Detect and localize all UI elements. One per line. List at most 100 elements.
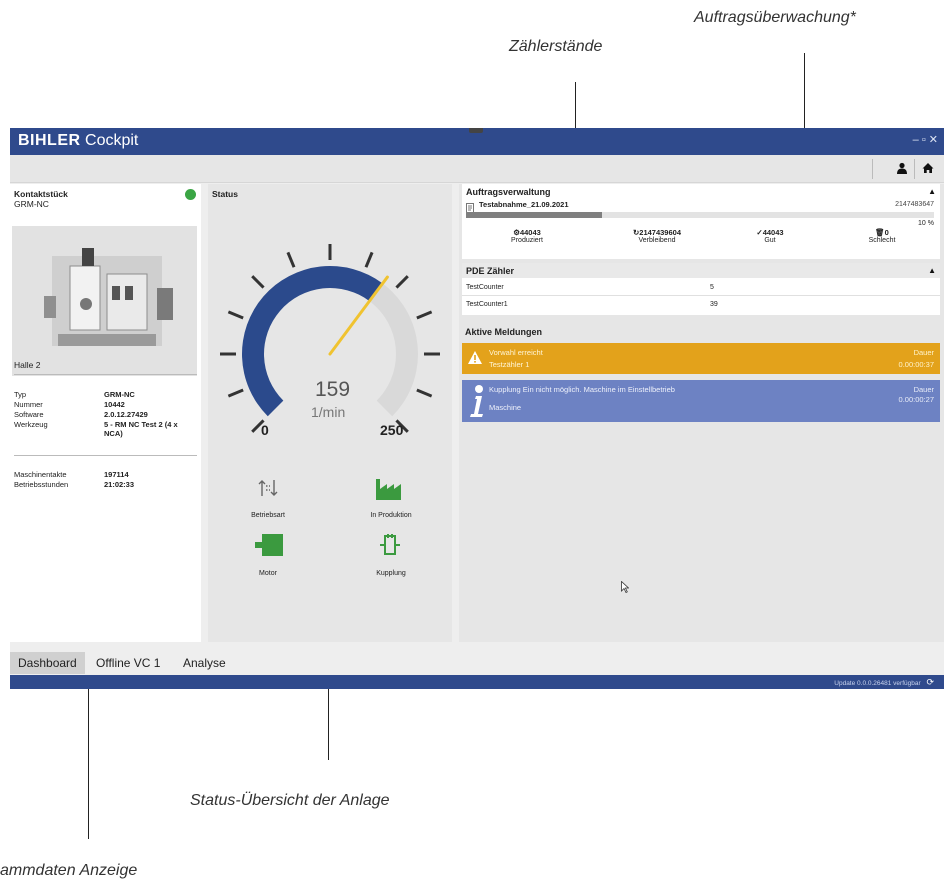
counter-value-schlecht: 0: [884, 228, 889, 237]
info-label-nummer: Nummer: [14, 400, 43, 409]
indicator-label-kupplung: Kupplung: [376, 570, 406, 577]
warning-duration: 0.00:00:37: [898, 360, 934, 369]
speed-gauge: [220, 244, 440, 433]
brand-logo: BIHLER: [18, 132, 81, 149]
home-icon[interactable]: [922, 161, 934, 177]
pde-title: PDE Zähler: [466, 266, 515, 276]
order-progress-bar: [466, 212, 934, 218]
order-percent: 10 %: [918, 220, 934, 227]
indicator-label-in-produktion: In Produktion: [370, 512, 412, 519]
update-available[interactable]: Update 0.0.0.26481 verfügbar ⟳: [834, 677, 934, 688]
divider: [14, 455, 197, 456]
callout-stammdaten: ammdaten Anzeige: [0, 862, 138, 879]
tab-dashboard[interactable]: Dashboard: [10, 652, 85, 674]
stat-value-maschinentakte: 197114: [104, 470, 129, 479]
counter-value-verbleibend: 2147439604: [639, 228, 681, 237]
order-name: Testabnahme_21.09.2021: [479, 200, 569, 209]
pde-row-name: TestCounter: [466, 284, 504, 291]
gauge-tick: [416, 388, 433, 398]
warning-subtitle: Testzähler 1: [489, 360, 530, 369]
window-notch: [469, 128, 483, 133]
coupling-icon[interactable]: [380, 534, 400, 561]
counter-label-schlecht: Schlecht: [868, 237, 896, 244]
info-label-typ: Typ: [14, 390, 27, 399]
gauge-tick: [286, 251, 296, 268]
indicator-label-motor: Motor: [259, 570, 277, 577]
callout-auftragsueberwachung: Auftragsüberwachung*: [694, 9, 856, 26]
info-value-werkzeug: 5 - RM NC Test 2 (4 x NCA): [104, 420, 178, 438]
message-warning[interactable]: Vorwahl erreicht Testzähler 1 Dauer 0.00…: [462, 343, 940, 374]
brand-title: Cockpit: [85, 132, 139, 149]
counter-label-verbleibend: Verbleibend: [638, 237, 676, 244]
mode-switch-icon[interactable]: [256, 476, 280, 505]
info-label-werkzeug: Werkzeug: [14, 420, 48, 429]
warning-icon: [468, 351, 482, 369]
factory-icon[interactable]: [376, 476, 406, 505]
title-bar: BIHLER Cockpit – ▫ ✕: [10, 128, 944, 155]
trash-icon: 🗑: [875, 228, 885, 237]
machine-image: [12, 226, 197, 376]
update-text: Update 0.0.0.26481 verfügbar: [834, 680, 921, 687]
gauge-tick: [416, 310, 433, 320]
tab-offline-vc1[interactable]: Offline VC 1: [88, 652, 168, 674]
info-label-software: Software: [14, 410, 44, 419]
refresh-icon[interactable]: ⟳: [926, 677, 934, 687]
pde-row-value: 5: [710, 284, 714, 291]
info-duration-label: Dauer: [913, 385, 934, 394]
window-controls[interactable]: – ▫ ✕: [913, 133, 938, 146]
status-panel: Status 159 1/min 0 250 Betriebsart In Pr…: [208, 184, 452, 642]
gauge-fill: [242, 266, 383, 417]
toolbar-separator: [914, 159, 915, 179]
pde-row-name: TestCounter1: [466, 301, 508, 308]
pde-card: PDE Zähler ▲ TestCounter 5 TestCounter1 …: [462, 263, 940, 315]
pde-row-value: 39: [710, 301, 718, 308]
toolbar-separator: [872, 159, 873, 179]
gauge-tick: [364, 251, 374, 268]
part-name: Kontaktstück: [14, 189, 68, 199]
mouse-cursor-icon: [621, 580, 630, 598]
status-bar: Update 0.0.0.26481 verfügbar ⟳: [10, 675, 944, 689]
part-code: GRM-NC: [14, 199, 49, 209]
order-card: Auftragsverwaltung ▲ Testabnahme_21.09.2…: [462, 184, 940, 259]
gauge-max: 250: [380, 422, 404, 438]
gauge-tick: [395, 275, 409, 289]
gauge-unit: 1/min: [311, 404, 346, 420]
divider: [462, 295, 940, 296]
tab-analyse[interactable]: Analyse: [175, 652, 234, 674]
toolbar: [10, 155, 944, 183]
order-title: Auftragsverwaltung: [466, 187, 551, 197]
pde-header: [462, 263, 940, 278]
info-duration: 0.00:00:27: [898, 395, 934, 404]
counter-label-gut: Gut: [764, 237, 776, 244]
master-data-panel: Kontaktstück GRM-NC Halle 2 Typ GRM-NC N…: [10, 184, 201, 642]
counter-value-gut: 44043: [762, 228, 784, 237]
collapse-arrow-icon[interactable]: ▲: [928, 266, 936, 275]
info-value-software: 2.0.12.27429: [104, 410, 148, 419]
warning-duration-label: Dauer: [913, 348, 934, 357]
gauge-tick: [227, 310, 244, 320]
collapse-arrow-icon[interactable]: ▲: [928, 187, 936, 196]
gauge-value: 159: [315, 378, 351, 401]
counter-verbleibend: ↻2147439604 Verbleibend: [607, 228, 707, 244]
message-info[interactable]: Kupplung Ein nicht möglich. Maschine im …: [462, 380, 940, 422]
counter-gut: ✓44043 Gut: [730, 228, 810, 244]
counter-label-produziert: Produziert: [511, 237, 543, 244]
user-icon[interactable]: [896, 161, 908, 177]
counter-schlecht: 🗑0 Schlecht: [842, 228, 922, 244]
stat-label-maschinentakte: Maschinentakte: [14, 470, 67, 479]
indicator-label-betriebsart: Betriebsart: [251, 512, 285, 519]
order-total: 2147483647: [895, 201, 934, 208]
divider: [14, 374, 197, 375]
callout-zaehlerstaende: Zählerstände: [509, 38, 603, 55]
gauge-tick: [251, 275, 265, 289]
messages-title: Aktive Meldungen: [465, 327, 543, 337]
info-title: Kupplung Ein nicht möglich. Maschine im …: [489, 385, 675, 394]
info-value-typ: GRM-NC: [104, 390, 135, 399]
app-window: BIHLER Cockpit – ▫ ✕ Kontaktstück GRM-NC: [10, 128, 944, 689]
app-brand: BIHLER Cockpit: [18, 132, 138, 150]
machine-status-led: [185, 189, 196, 200]
motor-icon[interactable]: [255, 534, 283, 561]
order-progress-fill: [466, 212, 602, 218]
info-icon: [467, 384, 485, 423]
gauge-min: 0: [261, 422, 269, 438]
